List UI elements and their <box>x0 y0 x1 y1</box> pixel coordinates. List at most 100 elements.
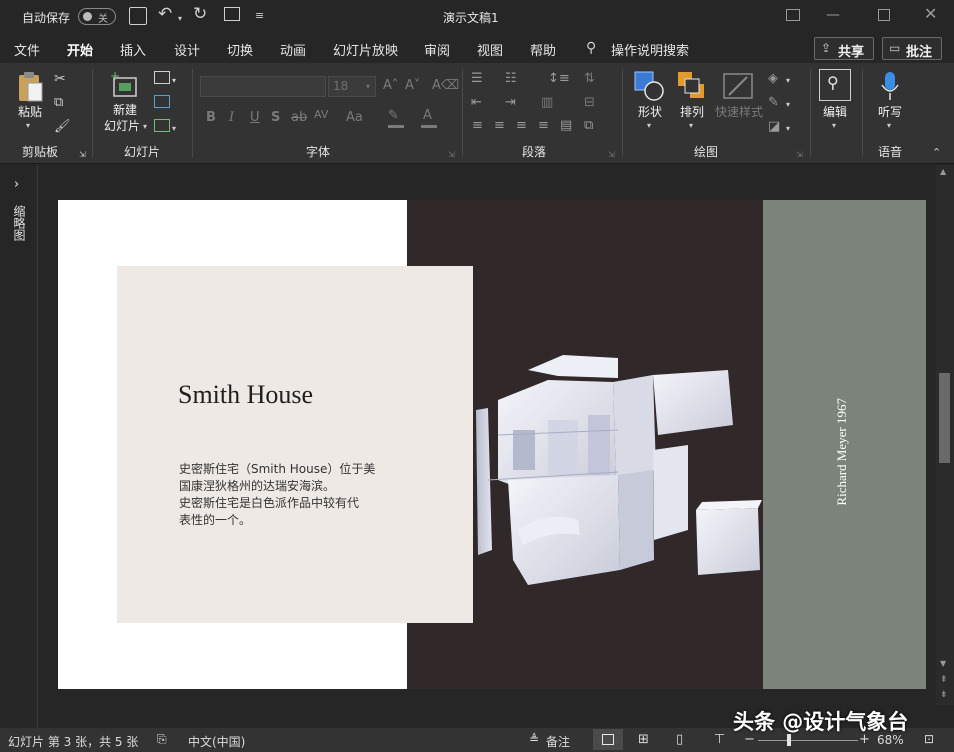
search-icon[interactable]: ⚲ <box>586 40 596 56</box>
collapse-ribbon-icon[interactable]: ⌃ <box>932 145 941 161</box>
slide-sorter-icon[interactable]: ⊞ <box>638 732 649 747</box>
fit-slide-icon[interactable]: ⊡ <box>924 732 934 746</box>
char-spacing-icon[interactable]: AV <box>314 107 328 123</box>
slideshow-icon[interactable]: ⊤ <box>714 732 725 747</box>
tab-help[interactable]: 帮助 <box>530 40 556 59</box>
zoom-slider-track[interactable] <box>758 740 858 741</box>
cut-icon[interactable]: ✂ <box>54 71 66 87</box>
shape-effects-dropdown-icon[interactable]: ▾ <box>786 121 790 137</box>
increase-indent-icon[interactable]: ⇥ <box>505 95 516 111</box>
notes-button[interactable]: 备注 <box>546 733 570 750</box>
slide-body[interactable]: 史密斯住宅（Smith House）位于美 国康涅狄格州的达瑞安海滨。 史密斯住… <box>179 461 419 529</box>
scroll-thumb[interactable] <box>939 373 950 463</box>
font-color-icon[interactable]: A <box>423 108 432 124</box>
format-painter-icon[interactable]: 🖌 <box>54 119 71 135</box>
prev-slide-icon[interactable]: ⇞ <box>940 675 948 685</box>
bold-icon[interactable]: B <box>206 110 216 126</box>
edit-button[interactable]: ⚲ 编辑 ▾ <box>816 69 854 135</box>
paragraph-launcher-icon[interactable]: ⇲ <box>608 147 615 163</box>
vertical-scrollbar[interactable]: ▲ ▼ ⇞ ⇟ <box>936 165 954 705</box>
tab-file[interactable]: 文件 <box>14 40 40 59</box>
tab-view[interactable]: 视图 <box>477 40 503 59</box>
tell-me-search[interactable]: 操作说明搜索 <box>611 40 689 59</box>
numbering-icon[interactable]: ☷ <box>505 71 517 87</box>
reset-icon[interactable] <box>154 95 170 108</box>
shape-fill-icon[interactable]: ◈ <box>768 71 778 87</box>
italic-icon[interactable]: I <box>229 110 234 126</box>
highlight-icon[interactable]: ✎ <box>388 108 399 124</box>
clipboard-launcher-icon[interactable]: ⇲ <box>79 147 86 163</box>
shape-outline-dropdown-icon[interactable]: ▾ <box>786 97 790 113</box>
present-from-start-icon[interactable] <box>224 7 240 21</box>
align-left-icon[interactable]: ≡ <box>472 118 483 134</box>
align-right-icon[interactable]: ≡ <box>516 118 527 134</box>
tab-design[interactable]: 设计 <box>174 40 200 59</box>
copy-icon[interactable]: ⧉ <box>54 95 63 111</box>
redo-icon[interactable]: ↻ <box>193 6 207 23</box>
ribbon-display-icon[interactable] <box>786 9 800 21</box>
normal-view-button[interactable] <box>593 729 623 750</box>
section-icon[interactable] <box>154 119 170 132</box>
tab-review[interactable]: 审阅 <box>424 40 450 59</box>
minimize-icon[interactable]: — <box>826 7 840 23</box>
line-spacing-icon[interactable]: ↕≡ <box>548 71 570 87</box>
tab-insert[interactable]: 插入 <box>120 40 146 59</box>
maximize-icon[interactable] <box>878 9 890 21</box>
arrange-button[interactable]: 排列 ▾ <box>672 69 712 135</box>
clear-format-icon[interactable]: A⌫ <box>432 78 459 94</box>
align-center-icon[interactable]: ≡ <box>494 118 505 134</box>
layout-icon[interactable] <box>154 71 170 84</box>
slide-canvas[interactable]: Smith House 史密斯住宅（Smith House）位于美 国康涅狄格州… <box>58 200 926 689</box>
customize-toolbar-icon[interactable]: ≡ <box>255 8 264 24</box>
text-direction-icon[interactable]: ⇅ <box>584 71 595 87</box>
save-icon[interactable] <box>129 7 147 25</box>
thumbnail-pane[interactable]: › 缩略图 <box>0 165 38 728</box>
expand-thumbnails-icon[interactable]: › <box>14 177 19 192</box>
distributed-icon[interactable]: ▤ <box>560 118 572 134</box>
paste-button[interactable]: 粘贴 ▾ <box>10 69 50 133</box>
shape-fill-dropdown-icon[interactable]: ▾ <box>786 73 790 89</box>
shapes-button[interactable]: 形状 ▾ <box>630 69 670 135</box>
accessibility-icon[interactable]: ⎘ <box>157 732 167 747</box>
font-name-box[interactable] <box>200 76 326 97</box>
quick-styles-button[interactable]: 快速样式 <box>712 69 766 135</box>
tab-slideshow[interactable]: 幻灯片放映 <box>333 40 398 59</box>
bullets-icon[interactable]: ☰ <box>471 71 483 87</box>
font-launcher-icon[interactable]: ⇲ <box>448 147 455 163</box>
slide-title[interactable]: Smith House <box>178 380 313 410</box>
scroll-up-icon[interactable]: ▲ <box>940 167 946 176</box>
undo-dropdown-icon[interactable]: ▾ <box>178 11 182 27</box>
new-slide-button[interactable]: + 新建 幻灯片 ▾ <box>100 69 150 135</box>
autosave-toggle[interactable]: 关 <box>78 8 116 25</box>
shadow-icon[interactable]: S <box>271 110 280 126</box>
change-case-icon[interactable]: Aa <box>346 110 363 126</box>
comments-button[interactable]: ▭ 批注 <box>882 37 942 60</box>
vertical-caption[interactable]: Richard Meyer 1967 <box>834 398 850 506</box>
layout-dropdown-icon[interactable]: ▾ <box>172 73 176 89</box>
notes-icon[interactable]: ≜ <box>529 732 539 746</box>
align-text-icon[interactable]: ⊟ <box>584 95 595 111</box>
increase-font-icon[interactable]: A˄ <box>383 78 398 94</box>
font-size-box[interactable]: 18 ▾ <box>328 76 376 97</box>
language-indicator[interactable]: 中文(中国) <box>188 733 245 750</box>
columns-icon[interactable]: ▥ <box>541 95 553 111</box>
tab-animations[interactable]: 动画 <box>280 40 306 59</box>
close-icon[interactable]: ✕ <box>924 6 937 22</box>
section-dropdown-icon[interactable]: ▾ <box>172 121 176 137</box>
next-slide-icon[interactable]: ⇟ <box>940 690 948 700</box>
tab-home[interactable]: 开始 <box>67 40 94 65</box>
scroll-down-icon[interactable]: ▼ <box>940 659 946 668</box>
dictate-button[interactable]: 听写 ▾ <box>870 69 910 135</box>
decrease-indent-icon[interactable]: ⇤ <box>471 95 482 111</box>
shape-effects-icon[interactable]: ◪ <box>768 119 780 135</box>
undo-icon[interactable]: ↶ <box>158 6 172 23</box>
underline-icon[interactable]: U <box>250 110 260 126</box>
justify-icon[interactable]: ≡ <box>538 118 549 134</box>
smartart-icon[interactable]: ⧉ <box>584 118 593 134</box>
reading-view-icon[interactable]: ▯ <box>676 732 683 747</box>
tab-transitions[interactable]: 切换 <box>227 40 253 59</box>
strikethrough-icon[interactable]: ab <box>291 110 307 126</box>
decrease-font-icon[interactable]: A˅ <box>405 78 420 94</box>
drawing-launcher-icon[interactable]: ⇲ <box>796 147 803 163</box>
shape-outline-icon[interactable]: ✎ <box>768 95 779 111</box>
